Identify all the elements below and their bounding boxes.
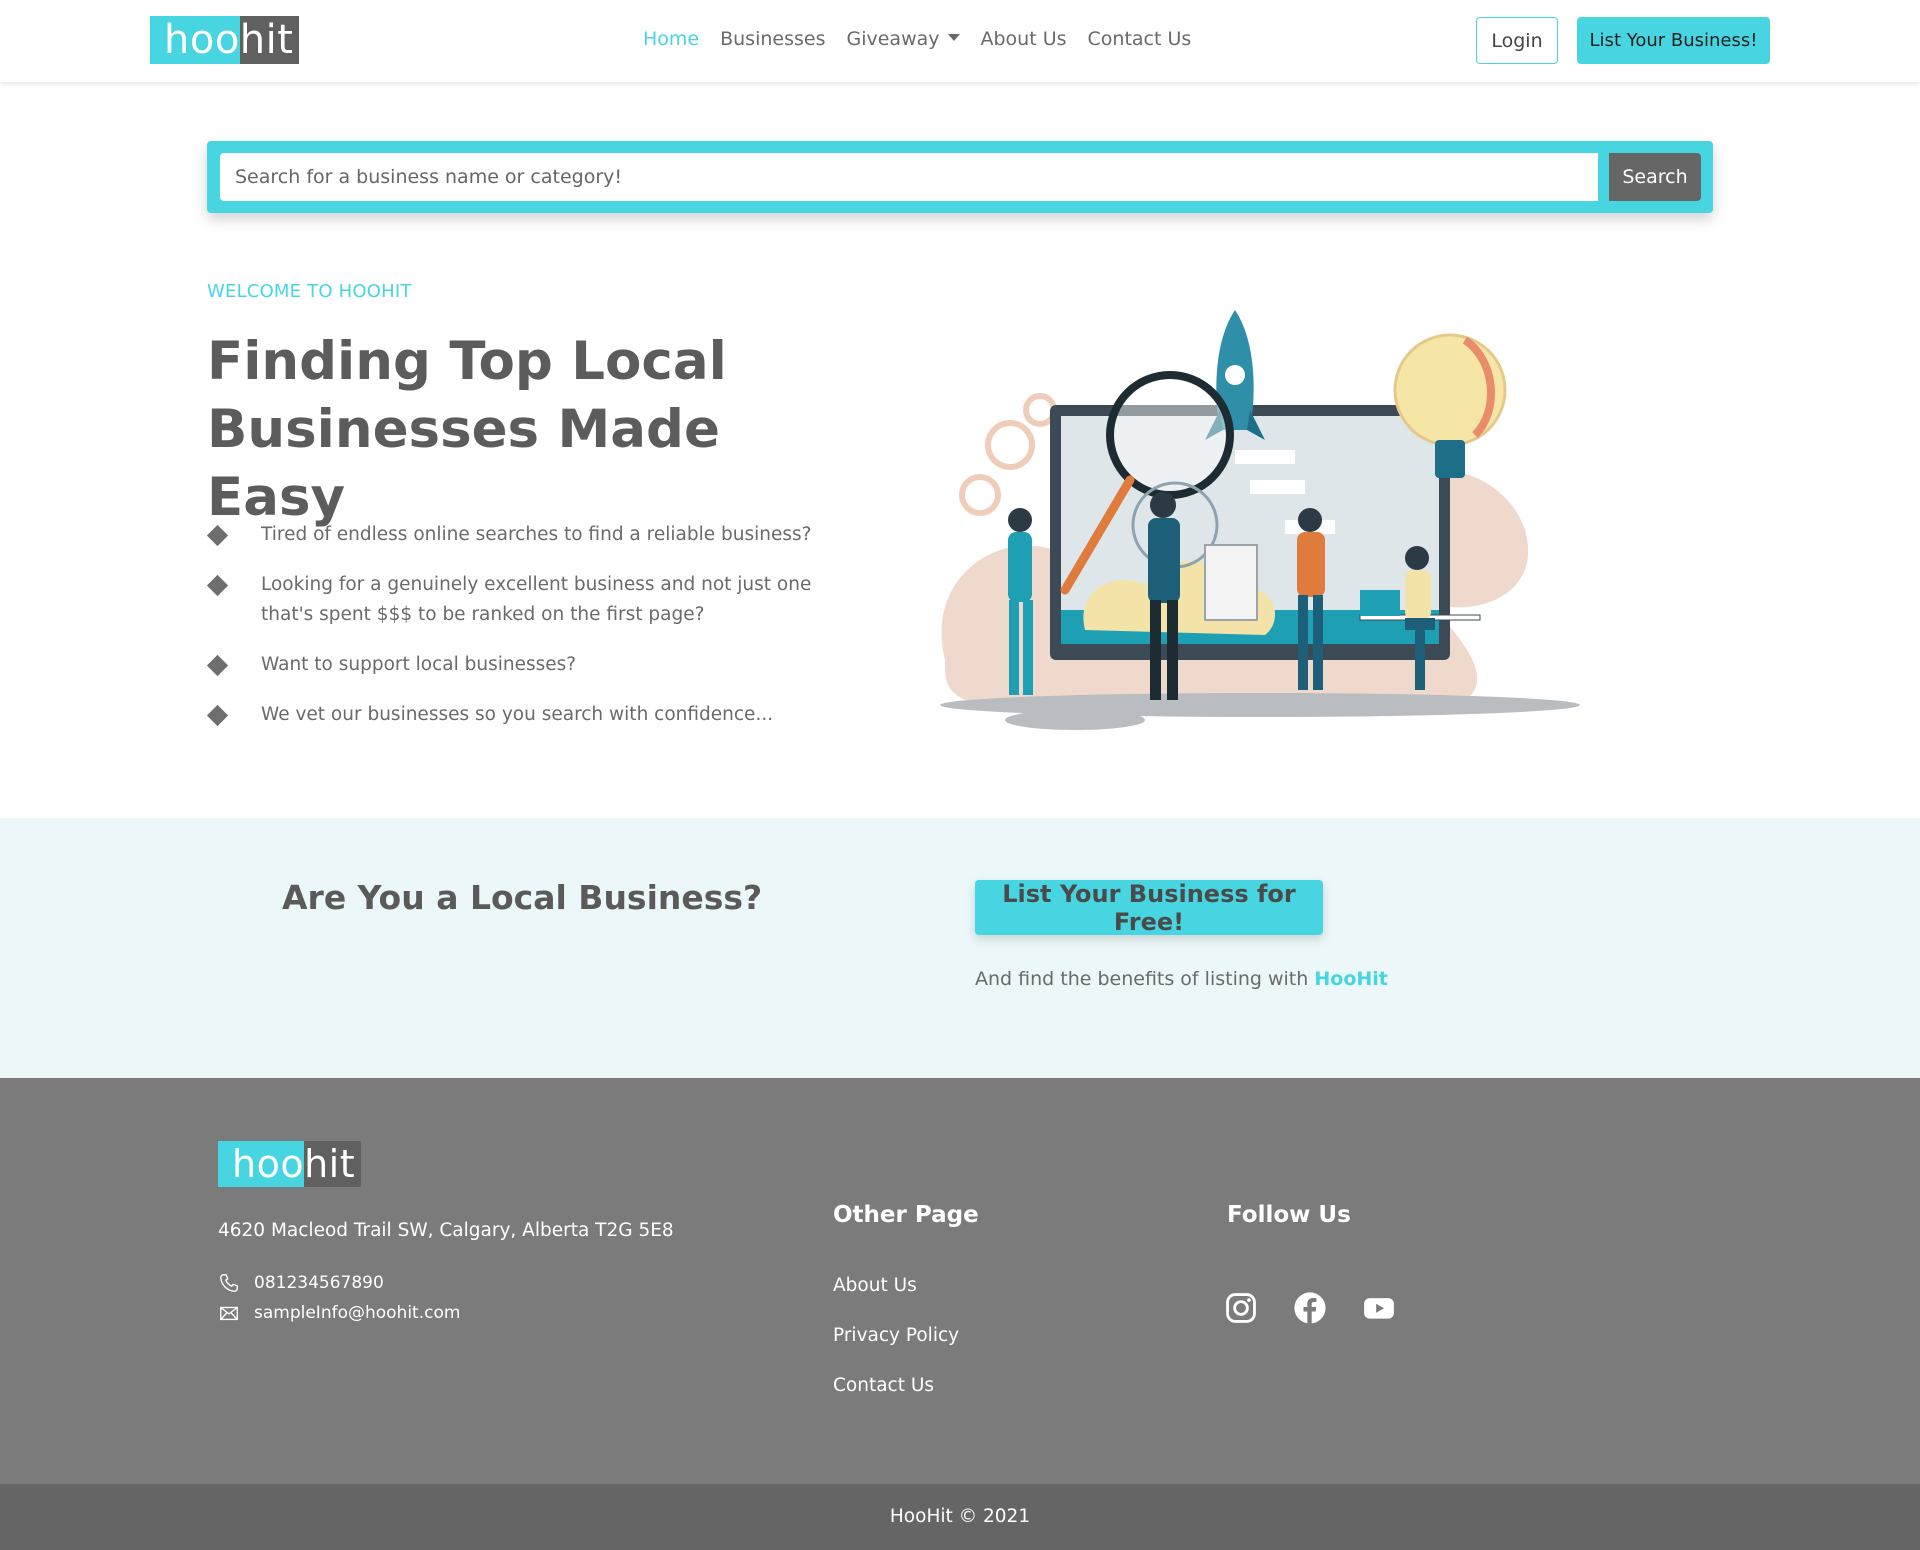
- list-free-button[interactable]: List Your Business for Free!: [975, 880, 1323, 936]
- footer-email[interactable]: sampleInfo@hoohit.com: [254, 1303, 460, 1323]
- footer-contact-link[interactable]: Contact Us: [833, 1375, 934, 1396]
- nav-about-link[interactable]: About Us: [981, 28, 1067, 50]
- copyright-text: HooHit © 2021: [889, 1506, 1031, 1527]
- other-page-heading: Other Page: [833, 1202, 979, 1228]
- nav-contact-link[interactable]: Contact Us: [1088, 28, 1192, 50]
- cta-section: Are You a Local Business? List Your Busi…: [0, 818, 1920, 1078]
- hero-bullet-text: Looking for a genuinely excellent busine…: [261, 574, 812, 625]
- nav-businesses-link[interactable]: Businesses: [720, 28, 825, 50]
- hero-bullet-text: We vet our businesses so you search with…: [261, 704, 774, 725]
- logo-part-hit: hit: [239, 16, 300, 64]
- top-navbar: hoo hit Home Businesses Giveaway About U…: [0, 0, 1920, 82]
- cta-subtext: And find the benefits of listing with Ho…: [975, 968, 1388, 990]
- hero-bullet-item: Tired of endless online searches to find…: [206, 520, 827, 550]
- footer-privacy-link[interactable]: Privacy Policy: [833, 1325, 959, 1346]
- search-bar: Search: [207, 141, 1713, 213]
- hero-bullet-text: Want to support local businesses?: [261, 654, 577, 675]
- footer-phone-row: 081234567890: [218, 1272, 384, 1294]
- copyright-bar: HooHit © 2021: [0, 1484, 1920, 1550]
- hoohit-logo[interactable]: hoo hit: [150, 16, 300, 64]
- footer-address: 4620 Macleod Trail SW, Calgary, Alberta …: [218, 1220, 674, 1241]
- envelope-icon: [220, 1306, 238, 1321]
- footer: hoo hit 4620 Macleod Trail SW, Calgary, …: [0, 1078, 1920, 1484]
- logo-part-hoo: hoo: [150, 16, 240, 64]
- footer-about-link[interactable]: About Us: [833, 1275, 917, 1296]
- footer-phone[interactable]: 081234567890: [254, 1273, 384, 1293]
- nav-giveaway-dropdown[interactable]: Giveaway: [846, 28, 960, 50]
- hero-bullet-item: Looking for a genuinely excellent busine…: [206, 570, 827, 630]
- facebook-icon[interactable]: [1293, 1291, 1327, 1325]
- search-button[interactable]: Search: [1609, 153, 1701, 201]
- diamond-bullet-icon: [206, 654, 229, 677]
- diamond-bullet-icon: [206, 704, 229, 727]
- hero-bullet-list: Tired of endless online searches to find…: [206, 520, 827, 750]
- cta-subtext-text: And find the benefits of listing with: [975, 968, 1309, 990]
- diamond-bullet-icon: [206, 524, 229, 547]
- hero-title: Finding Top Local Businesses Made Easy: [207, 331, 727, 528]
- login-button[interactable]: Login: [1476, 17, 1558, 64]
- logo-part-hit: hit: [304, 1141, 362, 1187]
- gears-icon: [959, 393, 1057, 516]
- hero-bullet-item: Want to support local businesses?: [206, 650, 827, 680]
- caret-down-icon: [947, 34, 960, 41]
- youtube-icon[interactable]: [1362, 1291, 1396, 1325]
- ground-shadow-small: [1005, 710, 1145, 730]
- hero-illustration: [940, 310, 1580, 730]
- instagram-icon[interactable]: [1224, 1291, 1258, 1325]
- hero-bullet-text: Tired of endless online searches to find…: [261, 524, 812, 545]
- diamond-bullet-icon: [206, 574, 229, 597]
- easel-board: [1204, 544, 1258, 621]
- cta-title: Are You a Local Business?: [282, 878, 763, 917]
- list-your-business-button[interactable]: List Your Business!: [1577, 17, 1770, 64]
- main-nav: Home Businesses Giveaway About Us Contac…: [643, 28, 1191, 50]
- hero-bullet-item: We vet our businesses so you search with…: [206, 700, 827, 730]
- nav-giveaway-label: Giveaway: [846, 28, 940, 50]
- footer-email-row: sampleInfo@hoohit.com: [218, 1302, 460, 1324]
- logo-part-hoo: hoo: [218, 1141, 305, 1187]
- screen-card: [1250, 480, 1305, 494]
- screen-card: [1235, 450, 1295, 464]
- cta-subtext-brand: HooHit: [1314, 968, 1388, 990]
- follow-us-heading: Follow Us: [1227, 1202, 1351, 1228]
- nav-home-link[interactable]: Home: [643, 28, 699, 50]
- footer-logo[interactable]: hoo hit: [218, 1141, 362, 1187]
- phone-icon: [220, 1274, 238, 1292]
- search-input[interactable]: [220, 153, 1598, 201]
- hero-eyebrow: WELCOME TO HOOHIT: [207, 281, 412, 302]
